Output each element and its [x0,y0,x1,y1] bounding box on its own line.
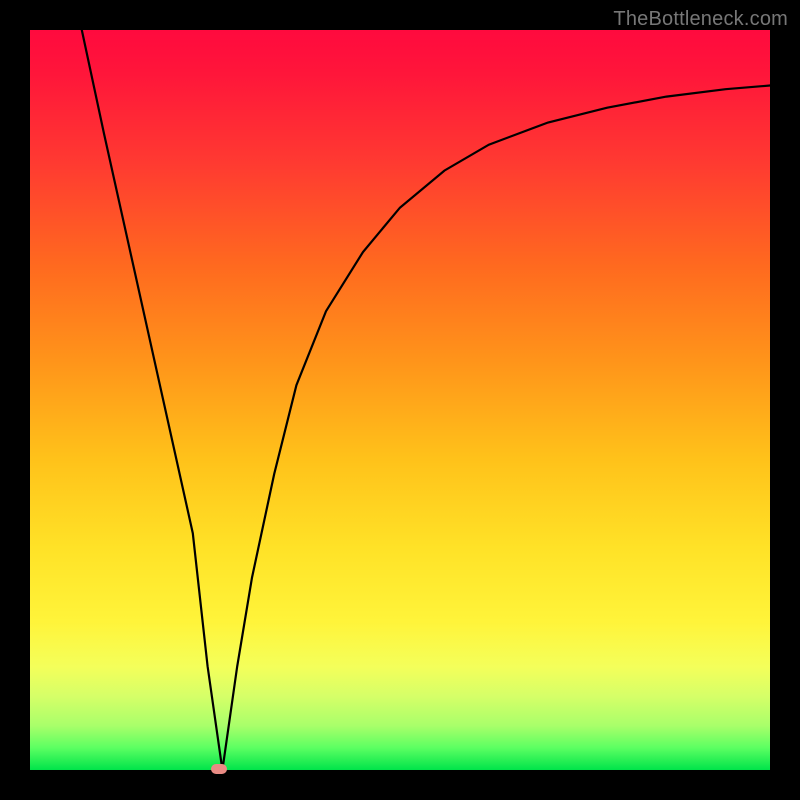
curve-right-branch [222,86,770,771]
chart-frame: TheBottleneck.com [0,0,800,800]
plot-area [30,30,770,770]
curve-left-branch [82,30,223,770]
optimum-marker [211,764,227,774]
bottleneck-curve [30,30,770,770]
watermark-text: TheBottleneck.com [613,8,788,31]
